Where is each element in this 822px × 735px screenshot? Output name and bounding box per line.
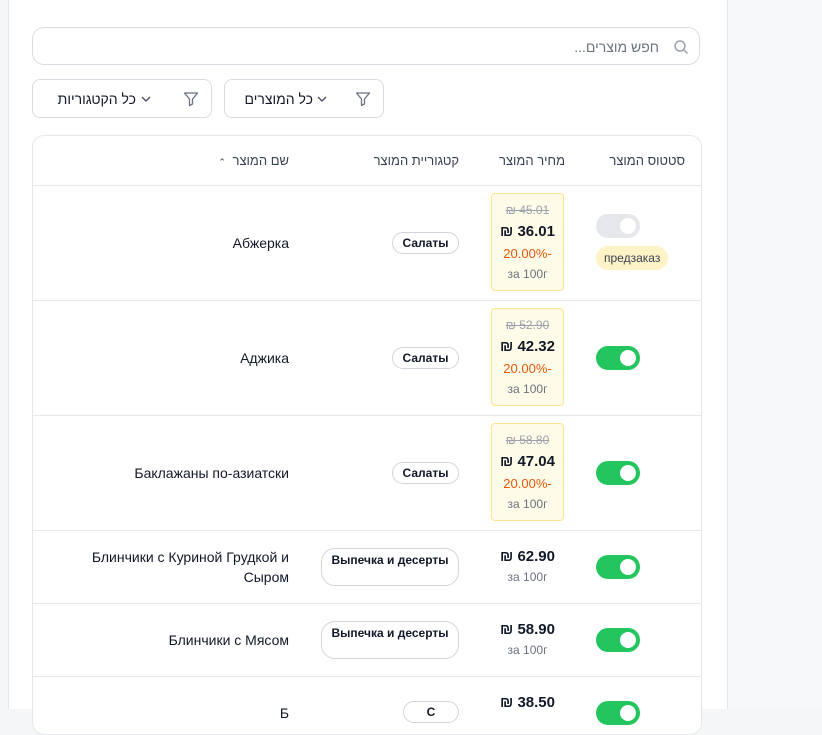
current-price: ₪ 47.04 [500,453,555,470]
header-status[interactable]: סטטוס המוצר [609,153,685,168]
chevron-down-icon [141,96,151,102]
current-price: ₪ 38.50 [500,694,555,711]
search-icon [674,40,689,55]
filter-icon [355,92,371,107]
side-background [727,0,822,709]
products-filter[interactable]: כל המוצרים [224,79,384,118]
categories-filter-label: כל הקטגוריות [57,91,136,107]
old-price: ₪ 58.80 [505,433,550,447]
category-badge: Выпечка и десерты [321,548,459,586]
status-toggle[interactable] [596,461,640,485]
price-unit: за 100г [507,643,548,657]
current-price: ₪ 62.90 [500,548,555,565]
price-unit: за 100г [507,570,548,584]
sort-asc-icon: ⌃ [218,157,226,167]
toggle-knob [620,465,636,481]
discount-price-box: ₪ 52.90 ₪ 42.32 20.00%- за 100г [491,308,564,406]
header-price[interactable]: מחיר המוצר [499,153,565,168]
product-name: Абжерка [232,235,289,251]
price-unit: за 100г [507,497,548,511]
status-toggle[interactable] [596,346,640,370]
discount-percent: 20.00%- [503,361,552,376]
categories-filter[interactable]: כל הקטגוריות [32,79,212,118]
chevron-down-icon [317,96,327,102]
toggle-knob [620,632,636,648]
product-name: Блинчики с Мясом [168,632,289,648]
toggle-knob [620,559,636,575]
current-price: ₪ 58.90 [500,621,555,638]
category-badge: Салаты [392,462,459,484]
discount-price-box: ₪ 58.80 ₪ 47.04 20.00%- за 100г [491,423,564,521]
current-price: ₪ 42.32 [500,338,555,355]
current-price: ₪ 36.01 [500,223,555,240]
toggle-knob [620,218,636,234]
status-toggle[interactable] [596,701,640,725]
discount-percent: 20.00%- [503,476,552,491]
category-badge: Салаты [392,232,459,254]
category-badge: Салаты [392,347,459,369]
preorder-badge: предзаказ [596,246,669,270]
price-cell: ₪ 62.90 за 100г [491,548,564,584]
products-table: סטטוס המוצר מחיר המוצר קטגוריית המוצר שם… [32,135,702,735]
status-toggle[interactable] [596,555,640,579]
filter-icon [183,92,199,107]
header-name[interactable]: שם המוצר ⌃ [218,153,289,168]
table-row[interactable]: Блинчики с Мясом Выпечка и десерты ₪ 58.… [33,604,701,677]
search-input[interactable]: חפש מוצרים... [32,27,700,65]
products-filter-label: כל המוצרים [244,91,313,107]
old-price: ₪ 52.90 [505,318,550,332]
table-row[interactable]: Б С ₪ 38.50 [33,677,701,734]
header-name-label: שם המוצר [232,153,290,168]
status-toggle[interactable] [596,214,640,238]
product-name: Баклажаны по-азиатски [134,465,289,481]
table-row[interactable]: Баклажаны по-азиатски Салаты ₪ 58.80 ₪ 4… [33,416,701,531]
product-name: Б [279,705,289,721]
table-row[interactable]: Абжерка Салаты ₪ 45.01 ₪ 36.01 20.00%- з… [33,186,701,301]
product-name: Аджика [240,350,289,366]
search-placeholder: חפש מוצרים... [574,39,659,55]
status-toggle[interactable] [596,628,640,652]
table-row[interactable]: Блинчики с Куриной Грудкой и Сыром Выпеч… [33,531,701,604]
category-badge: С [403,701,459,723]
header-category[interactable]: קטגוריית המוצר [374,153,459,168]
discount-price-box: ₪ 45.01 ₪ 36.01 20.00%- за 100г [491,193,564,291]
product-name: Блинчики с Куриной Грудкой и Сыром [91,549,289,585]
toggle-knob [620,705,636,721]
price-cell: ₪ 38.50 [491,694,564,711]
category-badge: Выпечка и десерты [321,621,459,659]
discount-percent: 20.00%- [503,246,552,261]
price-unit: за 100г [507,382,548,396]
table-row[interactable]: Аджика Салаты ₪ 52.90 ₪ 42.32 20.00%- за… [33,301,701,416]
toggle-knob [620,350,636,366]
old-price: ₪ 45.01 [505,203,550,217]
price-cell: ₪ 58.90 за 100г [491,621,564,657]
price-unit: за 100г [507,267,548,281]
